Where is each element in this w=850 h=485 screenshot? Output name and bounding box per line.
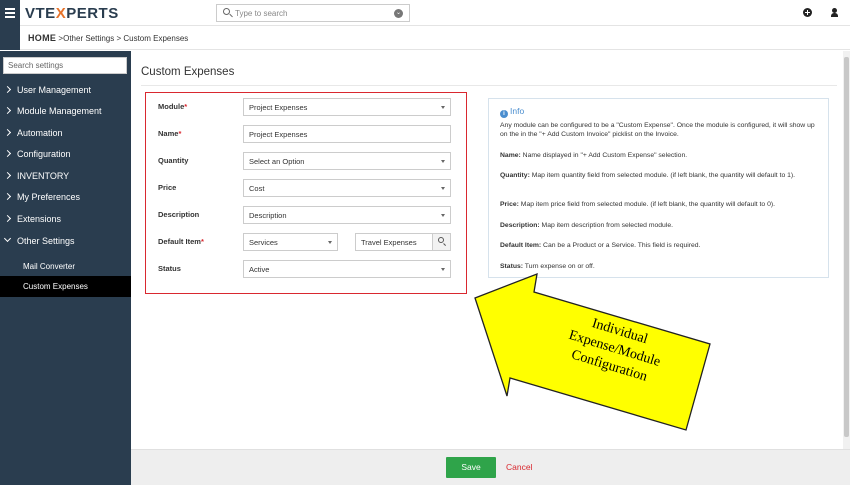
info-name: Name: Name displayed in "+ Add Custom Ex… xyxy=(500,152,688,159)
global-search-input[interactable]: Type to search ⌄ xyxy=(216,4,410,22)
chevron-down-icon[interactable]: ⌄ xyxy=(394,9,403,18)
caret-down-icon xyxy=(441,160,445,163)
item-search-button[interactable] xyxy=(432,234,450,250)
caret-down-icon xyxy=(441,187,445,190)
info-price: Price: Map item price field from selecte… xyxy=(500,201,776,208)
breadcrumb: HOME >Other Settings > Custom Expenses xyxy=(28,33,188,43)
chevron-right-icon xyxy=(3,214,12,223)
default-item-label: Default Item* xyxy=(158,237,204,246)
quantity-select[interactable]: Select an Option xyxy=(243,152,451,170)
search-placeholder: Type to search xyxy=(235,9,288,18)
chevron-right-icon xyxy=(3,128,12,137)
menu-icon[interactable] xyxy=(0,0,20,26)
info-icon: i xyxy=(500,110,508,118)
info-description: Description: Map item description from s… xyxy=(500,222,674,229)
plus-icon[interactable] xyxy=(803,8,812,17)
description-select[interactable]: Description xyxy=(243,206,451,224)
save-button[interactable]: Save xyxy=(446,457,496,478)
info-default-item: Default Item: Can be a Product or a Serv… xyxy=(500,242,701,249)
info-intro: Any module can be configured to be a "Cu… xyxy=(500,122,815,139)
breadcrumb-home[interactable]: HOME xyxy=(28,33,56,43)
default-item-type-select[interactable]: Services xyxy=(243,233,338,251)
sidebar-item-automation[interactable]: Automation xyxy=(0,123,131,144)
chevron-right-icon xyxy=(3,85,12,94)
sidebar-top xyxy=(0,26,20,50)
name-input[interactable]: Project Expenses xyxy=(243,125,451,143)
status-label: Status xyxy=(158,264,181,273)
sidebar-item-configuration[interactable]: Configuration xyxy=(0,144,131,165)
cancel-link[interactable]: Cancel xyxy=(506,462,532,472)
scrollbar[interactable] xyxy=(843,51,850,449)
chevron-right-icon xyxy=(3,106,12,115)
caret-down-icon xyxy=(328,241,332,244)
chevron-down-icon xyxy=(3,234,12,243)
settings-search-input[interactable]: Search settings xyxy=(3,57,127,74)
sidebar-subitem-custom-expenses[interactable]: Custom Expenses xyxy=(0,276,131,297)
top-bar: VTEXPERTS Type to search ⌄ xyxy=(0,0,850,26)
description-label: Description xyxy=(158,210,200,219)
default-item-input[interactable]: Travel Expenses xyxy=(355,233,451,251)
sidebar-item-other-settings[interactable]: Other Settings xyxy=(0,231,131,252)
quantity-label: Quantity xyxy=(158,156,189,165)
page-title: Custom Expenses xyxy=(141,66,235,78)
title-divider xyxy=(141,85,837,86)
breadcrumb-bar: HOME >Other Settings > Custom Expenses xyxy=(0,26,850,50)
scrollbar-thumb[interactable] xyxy=(844,57,849,437)
sidebar-item-user-management[interactable]: User Management xyxy=(0,80,131,101)
price-label: Price xyxy=(158,183,177,192)
sidebar-item-my-preferences[interactable]: My Preferences xyxy=(0,187,131,208)
caret-down-icon xyxy=(441,106,445,109)
chevron-right-icon xyxy=(3,149,12,158)
module-select[interactable]: Project Expenses xyxy=(243,98,451,116)
settings-sidebar: Search settings User Management Module M… xyxy=(0,51,131,485)
arrow-shape xyxy=(474,272,711,431)
user-icon[interactable] xyxy=(830,8,839,17)
search-icon xyxy=(223,8,230,15)
caret-down-icon xyxy=(441,214,445,217)
module-label: Module* xyxy=(158,102,188,111)
info-quantity: Quantity: Map item quantity field from s… xyxy=(500,172,796,179)
app-logo[interactable]: VTEXPERTS xyxy=(25,5,119,22)
info-panel: i Info Any module can be configured to be… xyxy=(488,98,829,278)
sidebar-item-module-management[interactable]: Module Management xyxy=(0,101,131,122)
name-label: Name* xyxy=(158,129,182,138)
sidebar-item-extensions[interactable]: Extensions xyxy=(0,209,131,230)
sidebar-item-inventory[interactable]: INVENTORY xyxy=(0,166,131,187)
chevron-right-icon xyxy=(3,192,12,201)
caret-down-icon xyxy=(441,268,445,271)
breadcrumb-path[interactable]: >Other Settings > Custom Expenses xyxy=(56,34,188,43)
info-heading: i Info xyxy=(500,106,524,118)
price-select[interactable]: Cost xyxy=(243,179,451,197)
sidebar-subitem-mail-converter[interactable]: Mail Converter xyxy=(0,256,131,277)
status-select[interactable]: Active xyxy=(243,260,451,278)
annotation-arrow: Individual Expense/Module Configuration xyxy=(474,272,711,431)
chevron-right-icon xyxy=(3,171,12,180)
